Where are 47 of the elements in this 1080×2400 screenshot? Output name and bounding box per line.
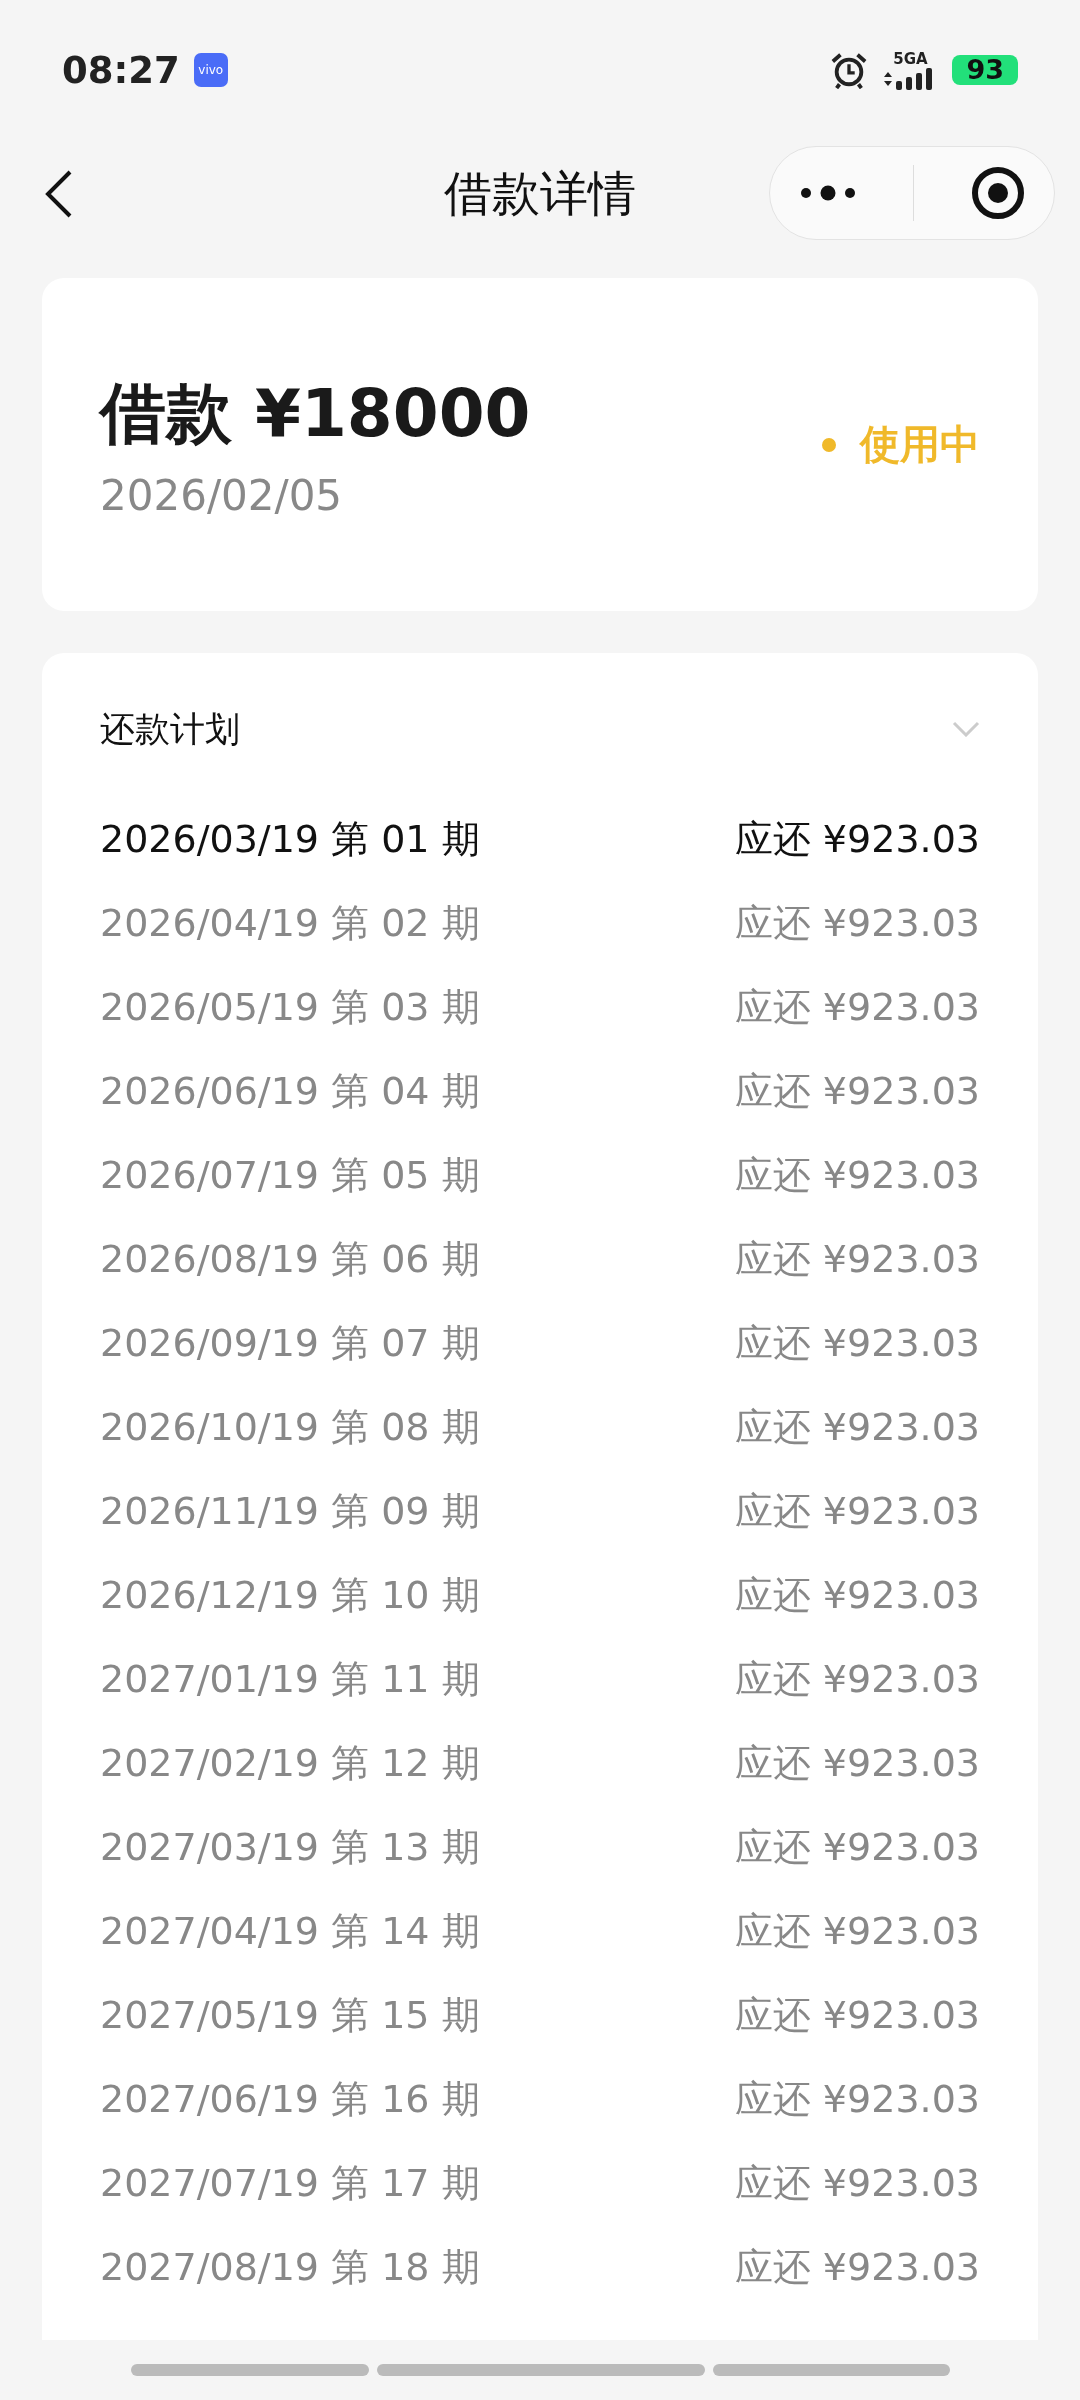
period-date: 2026/08/19 第 06 期 [100,1235,480,1283]
network-label: 5GA [893,50,928,68]
period-date: 2026/06/19 第 04 期 [100,1067,480,1115]
period-date: 2027/03/19 第 13 期 [100,1823,480,1871]
due-amount: 应还 ¥923.03 [734,983,980,1031]
back-icon[interactable] [44,169,74,219]
period-date: 2026/11/19 第 09 期 [100,1487,480,1535]
plan-title: 还款计划 [100,707,240,751]
period-date: 2027/02/19 第 12 期 [100,1739,480,1787]
status-time: 08:27 [62,48,180,92]
due-amount: 应还 ¥923.03 [734,1235,980,1283]
period-date: 2026/09/19 第 07 期 [100,1319,480,1367]
due-amount: 应还 ¥923.03 [734,1319,980,1367]
period-date: 2027/06/19 第 16 期 [100,2075,480,2123]
alarm-icon [830,51,869,89]
period-date: 2026/03/19 第 01 期 [100,815,480,863]
period-date: 2027/04/19 第 14 期 [100,1907,480,1955]
due-amount: 应还 ¥923.03 [734,1991,980,2039]
due-amount: 应还 ¥923.03 [734,1403,980,1451]
loan-amount: 借款 ¥18000 [100,374,531,454]
period-date: 2027/07/19 第 17 期 [100,2159,480,2207]
due-amount: 应还 ¥923.03 [734,1571,980,1619]
due-amount: 应还 ¥923.03 [734,899,980,947]
due-amount: 应还 ¥923.03 [734,2159,980,2207]
due-amount: 应还 ¥923.03 [734,1487,980,1535]
app-badge: vivo [193,53,228,87]
due-amount: 应还 ¥923.03 [734,1151,980,1199]
period-date: 2026/10/19 第 08 期 [100,1403,480,1451]
due-amount: 应还 ¥923.03 [734,1655,980,1703]
due-amount: 应还 ¥923.03 [734,1739,980,1787]
period-date: 2026/07/19 第 05 期 [100,1151,480,1199]
period-date: 2027/01/19 第 11 期 [100,1655,480,1703]
battery-level: 93 [952,55,1018,85]
page-title: 借款详情 [444,164,636,223]
due-amount: 应还 ¥923.03 [734,2243,980,2291]
period-date: 2027/05/19 第 15 期 [100,1991,480,2039]
due-amount: 应还 ¥923.03 [734,1907,980,1955]
due-amount: 应还 ¥923.03 [734,1067,980,1115]
period-date: 2026/12/19 第 10 期 [100,1571,480,1619]
due-amount: 应还 ¥923.03 [734,1823,980,1871]
loan-date: 2026/02/05 [100,471,344,520]
period-date: 2026/05/19 第 03 期 [100,983,480,1031]
period-date: 2026/04/19 第 02 期 [100,899,480,947]
loan-status: 使用中 [860,420,980,469]
period-date: 2027/08/19 第 18 期 [100,2243,480,2291]
due-amount: 应还 ¥923.03 [734,815,980,863]
due-amount: 应还 ¥923.03 [734,2075,980,2123]
